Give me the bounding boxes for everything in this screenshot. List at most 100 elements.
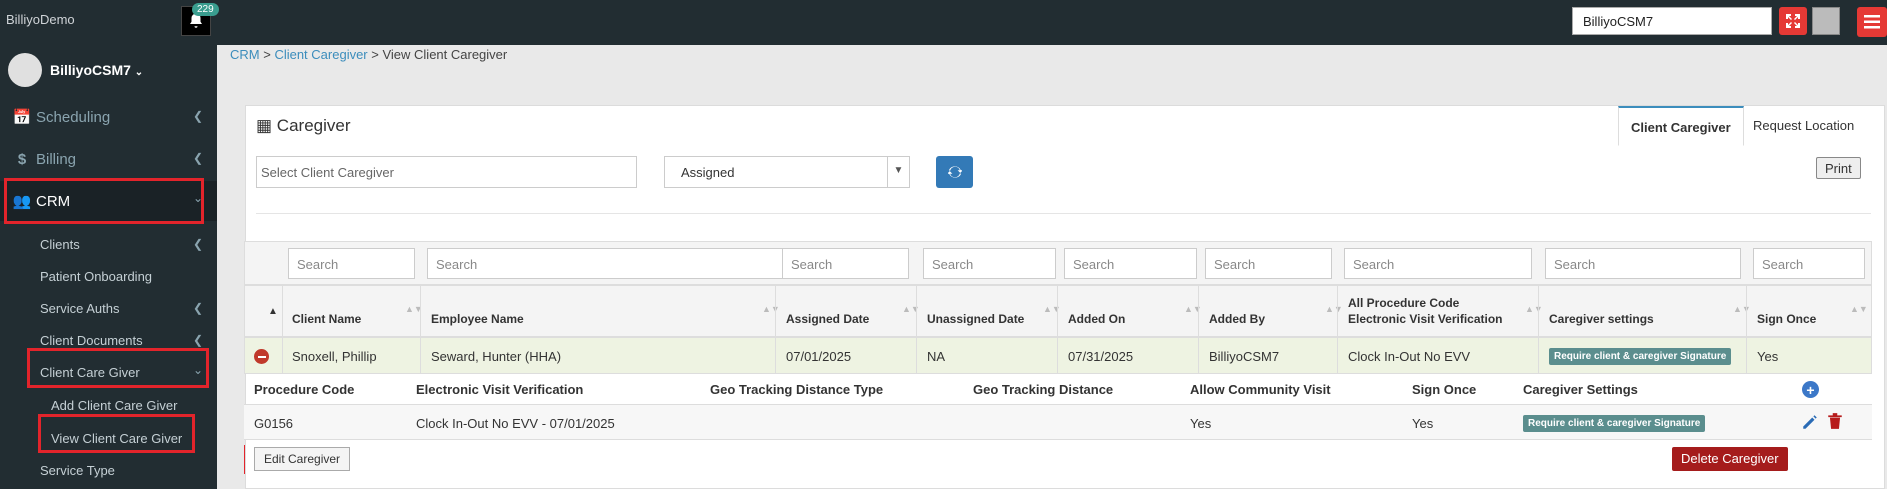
column-divider — [1198, 338, 1199, 373]
th-unassigned-date[interactable]: Unassigned Date — [927, 312, 1024, 326]
cell-evv: Clock In-Out No EVV — [1348, 349, 1471, 364]
sidebar-item-billing[interactable]: $ Billing ❮ — [0, 139, 217, 179]
sort-icon[interactable]: ▲▼ — [1184, 304, 1202, 314]
cell-client-name: Snoxell, Phillip — [292, 349, 377, 364]
pencil-icon[interactable] — [1801, 413, 1819, 434]
breadcrumb-separator: > — [367, 47, 383, 62]
column-divider — [916, 338, 917, 373]
th-evv[interactable]: Electronic Visit Verification — [1348, 312, 1503, 326]
search-procedure-code[interactable]: Search — [1344, 248, 1532, 279]
th-assigned-date[interactable]: Assigned Date — [786, 312, 869, 326]
search-client-name[interactable]: Search — [288, 248, 415, 279]
sidebar-item-scheduling[interactable]: 📅 Scheduling ❮ — [0, 97, 217, 137]
column-divider — [1057, 286, 1058, 336]
dollar-icon: $ — [17, 150, 27, 168]
search-assigned-date[interactable]: Search — [782, 248, 909, 279]
edit-caregiver-button[interactable]: Edit Caregiver — [254, 447, 351, 471]
sidebar-sub-patient-onboarding[interactable]: Patient Onboarding — [40, 269, 152, 284]
sort-up-icon[interactable]: ▲ — [268, 306, 278, 317]
sort-icon[interactable]: ▲▼ — [1850, 304, 1868, 314]
sidebar-sub-label: Service Auths — [40, 301, 120, 316]
chevron-left-icon: ❮ — [192, 109, 203, 123]
refresh-button[interactable] — [936, 156, 973, 188]
hamburger-icon — [1864, 15, 1880, 29]
sort-icon[interactable]: ▲▼ — [1525, 304, 1543, 314]
sort-icon[interactable]: ▲▼ — [1325, 304, 1343, 314]
panel-title-text: Caregiver — [276, 116, 351, 135]
sort-icon[interactable]: ▲▼ — [902, 304, 920, 314]
cell-assigned-date: 07/01/2025 — [786, 349, 852, 364]
breadcrumb-current: View Client Caregiver — [382, 47, 508, 62]
sidebar-sub-add-client-care-giver[interactable]: Add Client Care Giver — [51, 398, 177, 413]
sidebar-sub-label: Patient Onboarding — [40, 269, 153, 284]
sort-icon[interactable]: ▲▼ — [762, 304, 780, 314]
notification-count-badge: 229 — [192, 3, 219, 16]
sidebar-sub-client-documents[interactable]: Client Documents ❮ — [40, 333, 203, 348]
breadcrumb: CRM > Client Caregiver > View Client Car… — [230, 47, 507, 62]
select-client-caregiver-input[interactable]: Select Client Caregiver — [256, 156, 637, 188]
tab-request-location[interactable]: Request Location — [1741, 106, 1866, 146]
sidebar-sub-service-auths[interactable]: Service Auths ❮ — [40, 301, 203, 316]
add-procedure-button[interactable]: + — [1802, 381, 1819, 398]
th-added-by[interactable]: Added By — [1209, 312, 1265, 326]
trash-icon[interactable] — [1827, 412, 1843, 433]
th-procedure-code[interactable]: All Procedure Code — [1348, 296, 1459, 310]
detail-row: G0156 Clock In-Out No EVV - 07/01/2025 Y… — [244, 404, 1872, 440]
profile-name-wrap: BilliyoCSM7 ⌄ — [50, 62, 143, 78]
column-divider — [775, 286, 776, 336]
column-divider — [1337, 338, 1338, 373]
dh-caregiver-settings: Caregiver Settings — [1523, 382, 1638, 397]
expand-icon — [1786, 14, 1800, 28]
th-sign-once[interactable]: Sign Once — [1757, 312, 1816, 326]
top-navbar: BilliyoDemo 229 BilliyoCSM7 — [0, 0, 1887, 45]
dh-geo-distance-type: Geo Tracking Distance Type — [710, 382, 884, 397]
cell-added-by: BilliyoCSM7 — [1209, 349, 1280, 364]
sort-icon[interactable]: ▲▼ — [1733, 304, 1751, 314]
main-menu-button[interactable] — [1857, 7, 1887, 37]
fullscreen-button[interactable] — [1779, 7, 1807, 35]
th-caregiver-settings[interactable]: Caregiver settings — [1549, 312, 1654, 326]
breadcrumb-client-caregiver[interactable]: Client Caregiver — [274, 47, 367, 62]
status-select[interactable]: Assigned ▼ — [664, 156, 910, 188]
search-caregiver-settings[interactable]: Search — [1545, 248, 1741, 279]
column-divider — [1538, 338, 1539, 373]
search-unassigned-date[interactable]: Search — [923, 248, 1056, 279]
th-client-name[interactable]: Client Name — [292, 312, 361, 326]
tab-client-caregiver[interactable]: Client Caregiver — [1618, 106, 1744, 146]
sidebar-sub-clients[interactable]: Clients ❮ — [40, 237, 203, 252]
chevron-down-icon: ▼ — [887, 157, 909, 187]
th-added-on[interactable]: Added On — [1068, 312, 1125, 326]
app-brand[interactable]: BilliyoDemo — [6, 12, 75, 27]
column-divider — [1337, 286, 1338, 336]
column-divider — [1538, 286, 1539, 336]
search-sign-once[interactable]: Search — [1753, 248, 1865, 279]
sidebar-sub-service-type[interactable]: Service Type — [40, 463, 115, 478]
user-switch-field[interactable]: BilliyoCSM7 — [1572, 7, 1772, 35]
print-button[interactable]: Print — [1816, 157, 1861, 179]
panel-divider — [256, 213, 1871, 214]
user-avatar[interactable] — [1812, 7, 1840, 35]
breadcrumb-separator: > — [259, 47, 275, 62]
profile-avatar — [8, 53, 42, 87]
highlight-client-care-giver — [27, 348, 209, 388]
search-added-on[interactable]: Search — [1064, 248, 1197, 279]
th-employee-name[interactable]: Employee Name — [431, 312, 524, 326]
column-divider — [420, 286, 421, 336]
search-added-by[interactable]: Search — [1205, 248, 1332, 279]
search-employee-name[interactable]: Search — [427, 248, 789, 279]
dh-geo-distance: Geo Tracking Distance — [973, 382, 1114, 397]
table-icon: ▦ — [256, 116, 273, 135]
cell-added-on: 07/31/2025 — [1068, 349, 1134, 364]
sidebar-sub-label: Add Client Care Giver — [51, 398, 178, 413]
breadcrumb-crm[interactable]: CRM — [230, 47, 260, 62]
column-divider — [1746, 286, 1747, 336]
detail-procedure-code: G0156 — [254, 416, 294, 431]
delete-caregiver-button[interactable]: Delete Caregiver — [1672, 447, 1788, 471]
collapse-row-icon[interactable] — [254, 349, 269, 364]
table-row[interactable]: Snoxell, Phillip Seward, Hunter (HHA) 07… — [244, 337, 1872, 374]
detail-evv: Clock In-Out No EVV - 07/01/2025 — [416, 416, 615, 431]
status-select-value: Assigned — [681, 165, 735, 180]
highlight-view-client-care-giver — [38, 414, 195, 453]
highlight-crm — [4, 178, 204, 224]
sort-icon[interactable]: ▲▼ — [1043, 304, 1061, 314]
